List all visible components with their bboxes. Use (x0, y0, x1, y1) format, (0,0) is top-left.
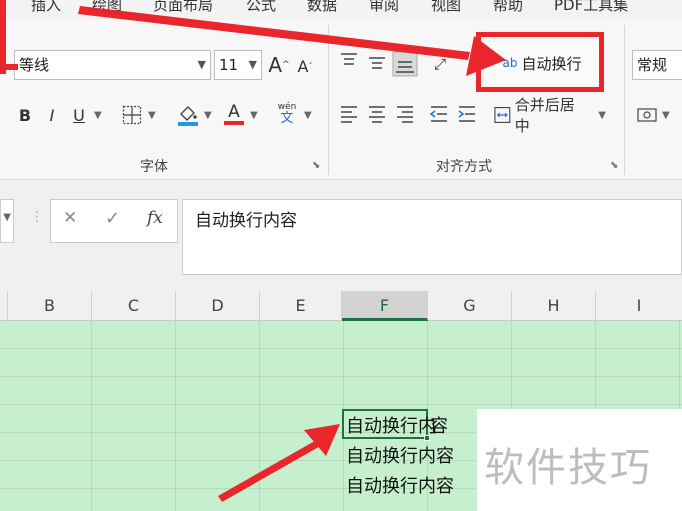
font-size-value: 11 (219, 56, 239, 74)
vertical-align-buttons[interactable] (338, 50, 428, 78)
phonetic-guide-button[interactable]: wén 文 (274, 96, 300, 130)
column-headers: B C D E F G H I (0, 291, 682, 321)
font-color-icon: A (228, 102, 240, 122)
annotation-bar (0, 0, 6, 74)
fill-color-button[interactable] (176, 100, 200, 130)
font-name-select[interactable]: 等线 ▼ (14, 50, 211, 80)
insert-function-icon[interactable]: fx (147, 208, 163, 228)
group-divider (624, 25, 625, 175)
number-format-value: 常规 (637, 56, 668, 74)
orientation-button[interactable]: ⤢ (430, 50, 450, 78)
chevron-down-icon[interactable]: ▼ (250, 110, 258, 121)
wrap-text-button[interactable]: ab 自动换行 (485, 42, 599, 84)
tab-pdf-tools[interactable]: PDF工具集 (554, 0, 628, 15)
tab-formulas[interactable]: 公式 (246, 0, 276, 15)
borders-button[interactable] (120, 102, 144, 128)
tab-review[interactable]: 审阅 (369, 0, 399, 15)
watermark-text: 软件技巧 (484, 445, 652, 491)
group-divider (328, 25, 329, 175)
chevron-down-icon: ▼ (3, 212, 11, 223)
alignment-group-label: 对齐方式 (436, 159, 492, 175)
merge-cells-icon (494, 107, 511, 123)
wrap-text-label: 自动换行 (521, 54, 582, 73)
dialog-launcher-icon[interactable]: ⬊ (610, 160, 618, 171)
align-middle-icon (369, 57, 385, 69)
font-name-value: 等线 (19, 56, 50, 74)
orientation-icon: ⤢ (433, 55, 446, 73)
annotation-bar (0, 64, 18, 70)
formula-bar: ▼ ⋮ ✕ ✓ fx 自动换行内容 (0, 181, 682, 291)
chevron-down-icon[interactable]: ▼ (304, 110, 312, 121)
align-right-icon (397, 106, 413, 123)
menu-bar: 插入 绘图 页面布局 公式 数据 审阅 视图 帮助 PDF工具集 (0, 0, 682, 20)
wrap-text-icon: ab (502, 56, 518, 70)
dialog-launcher-icon[interactable]: ⬊ (312, 160, 320, 171)
italic-button[interactable]: I (44, 102, 60, 128)
chevron-down-icon: ▼ (598, 109, 606, 121)
accounting-format-button[interactable] (634, 102, 660, 128)
formula-input[interactable]: 自动换行内容 (182, 199, 682, 275)
cell-text-line: 自动换行内 (346, 416, 436, 437)
increase-font-size-button[interactable]: A ^ (266, 50, 292, 80)
cancel-icon[interactable]: ✕ (63, 208, 77, 228)
column-header-b[interactable]: B (8, 291, 92, 321)
tab-data[interactable]: 数据 (307, 0, 337, 15)
column-header-g[interactable]: G (428, 291, 512, 321)
chevron-down-icon[interactable]: ▼ (94, 110, 102, 121)
font-size-select[interactable]: 11 ▼ (214, 50, 262, 80)
more-dots-icon: ⋮ (30, 209, 44, 225)
phonetic-bottom-text: 文 (280, 111, 294, 126)
column-header-i[interactable]: I (596, 291, 682, 321)
merge-center-button[interactable]: 合并后居中 ▼ (494, 96, 606, 135)
border-grid-icon (122, 105, 142, 125)
tab-help[interactable]: 帮助 (493, 0, 523, 15)
currency-icon (637, 108, 657, 122)
column-header-a[interactable] (0, 291, 8, 321)
paint-bucket-icon (178, 106, 198, 126)
enter-icon[interactable]: ✓ (105, 208, 120, 229)
column-header-d[interactable]: D (176, 291, 260, 321)
increase-indent-icon (458, 106, 475, 122)
tab-draw[interactable]: 绘图 (92, 0, 122, 15)
align-left-icon (341, 106, 357, 123)
chevron-down-icon[interactable]: ▼ (204, 110, 212, 121)
column-header-c[interactable]: C (92, 291, 176, 321)
cell-text-overflow: 容 (430, 416, 448, 437)
column-header-h[interactable]: H (512, 291, 596, 321)
align-top-icon (341, 53, 357, 65)
font-color-swatch (224, 121, 244, 125)
chevron-down-icon: ▼ (248, 58, 257, 71)
decrease-indent-icon (429, 106, 447, 122)
cell-text-line: 自动换行内容 (346, 476, 454, 497)
number-format-select[interactable]: 常规 (632, 50, 682, 80)
formula-controls: ✕ ✓ fx (50, 199, 178, 243)
horizontal-align-buttons[interactable] (338, 102, 484, 128)
tab-insert[interactable]: 插入 (31, 0, 61, 15)
chevron-down-icon: ▼ (197, 58, 206, 71)
tab-view[interactable]: 视图 (431, 0, 461, 15)
tab-page-layout[interactable]: 页面布局 (153, 0, 213, 15)
chevron-down-icon[interactable]: ▼ (148, 110, 156, 121)
bold-button[interactable]: B (16, 102, 34, 128)
column-header-e[interactable]: E (260, 291, 342, 321)
name-box[interactable]: ▼ (0, 199, 14, 243)
align-center-icon (369, 106, 385, 123)
font-shrink-icon: A (297, 56, 309, 76)
column-header-f[interactable]: F (342, 291, 428, 321)
decrease-font-size-button[interactable]: Aˇ (294, 52, 316, 80)
merge-center-label: 合并后居中 (514, 96, 575, 135)
underline-button[interactable]: U (70, 102, 88, 128)
font-color-button[interactable]: A (222, 98, 246, 130)
chevron-down-icon[interactable]: ▼ (662, 110, 670, 121)
font-group-label: 字体 (140, 159, 168, 175)
ribbon: 等线 ▼ 11 ▼ A^ Aˇ B I U ▼ ▼ ▼ A ▼ wén 文 ▼ (0, 20, 682, 180)
cell-text-line: 自动换行内容 (346, 446, 454, 467)
font-grow-icon: A (268, 53, 283, 77)
